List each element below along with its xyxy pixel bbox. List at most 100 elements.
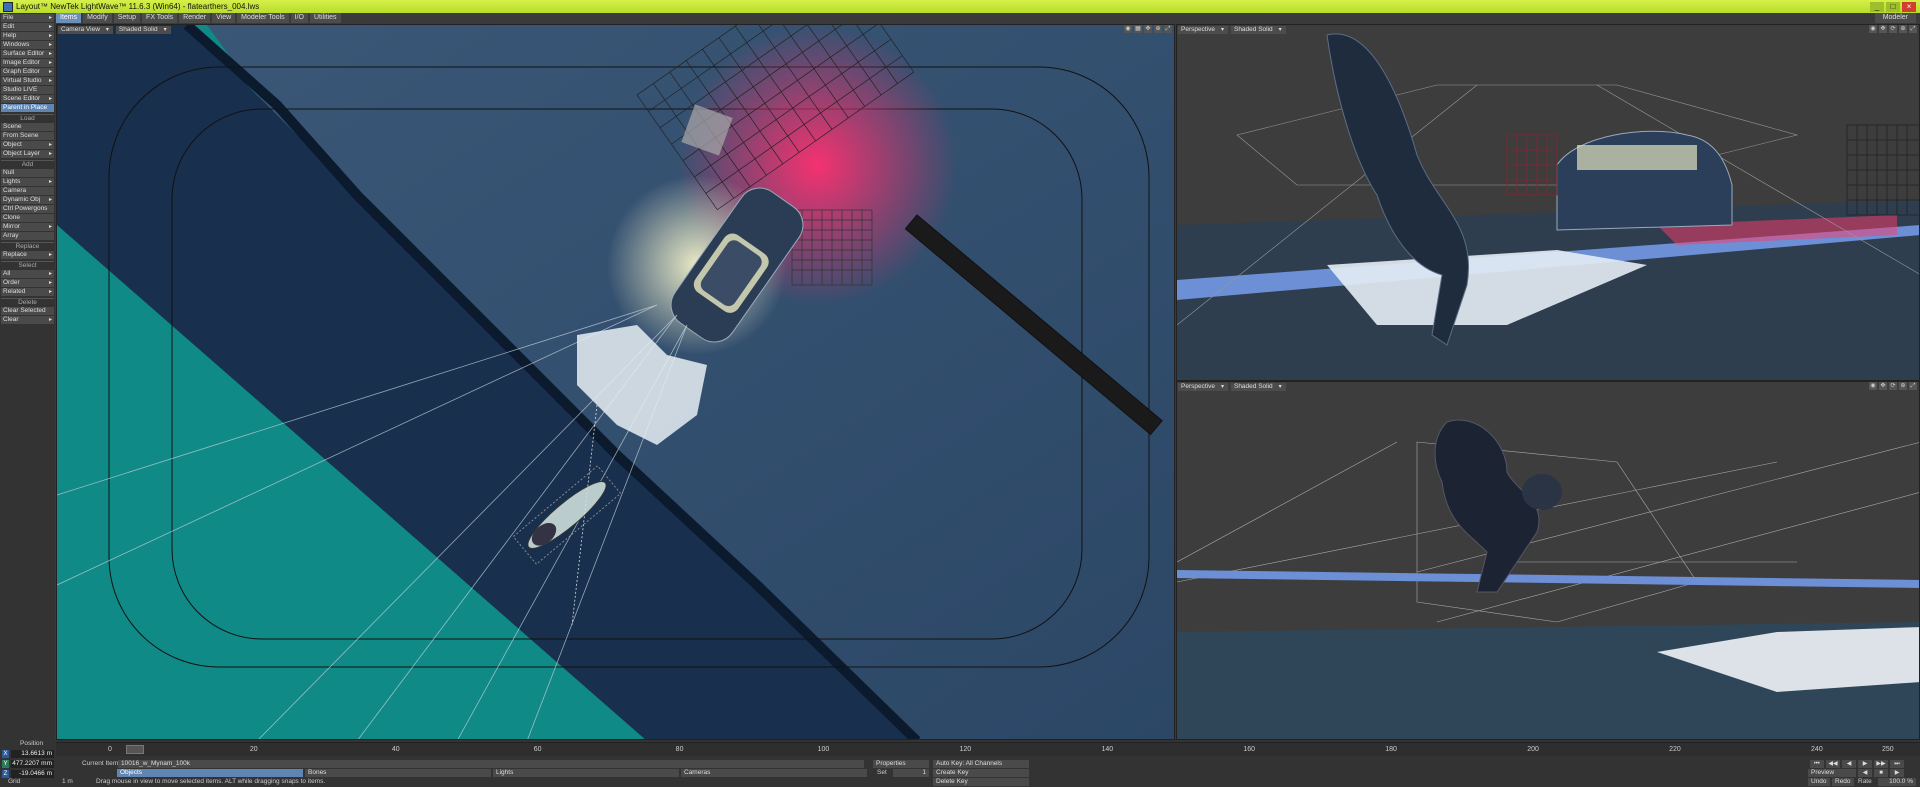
menu-tab-utilities[interactable]: Utilities [309, 13, 341, 23]
menu-tab-view[interactable]: View [212, 13, 236, 23]
objects-tab[interactable]: Objects [117, 769, 303, 777]
prev-frame-icon[interactable]: ◀ [1842, 760, 1856, 768]
timeline-playhead[interactable] [125, 745, 144, 754]
sidebar-array-button[interactable]: Array [1, 232, 54, 240]
sidebar-replace-button[interactable]: Replace ▸ [1, 251, 54, 259]
move-view-icon[interactable]: ✥ [1144, 25, 1152, 33]
sidebar-help-button[interactable]: Help ▸ [1, 32, 54, 40]
zoom-icon-top[interactable]: ⊕ [1899, 25, 1907, 33]
next-frame-icon[interactable]: ▶ [1858, 760, 1872, 768]
sidebar-section-replace: Replace [1, 242, 54, 250]
current-item-dropdown[interactable]: 10016_w_Mynam_100k [118, 760, 864, 768]
camera-icon-top[interactable]: ◉ [1869, 25, 1877, 33]
perspective-viewport-top[interactable]: Perspective ▾ Shaded Solid ▾ ◉ ✥ ⟳ ⊕ ⤢ [1176, 24, 1920, 381]
sidebar-item-label: Camera [3, 187, 27, 194]
first-frame-icon[interactable]: ⏮ [1810, 760, 1824, 768]
minimize-icon[interactable]: _ [1870, 1, 1884, 12]
maximize-view-icon-top[interactable]: ⤢ [1909, 25, 1917, 33]
preview-dropdown[interactable]: Preview [1808, 769, 1856, 777]
undo-button[interactable]: Undo [1808, 778, 1830, 786]
create-key-button[interactable]: Create Key [933, 769, 1029, 777]
next-key-icon[interactable]: ▶▶ [1874, 760, 1888, 768]
sidebar-from-scene-button[interactable]: From Scene [1, 132, 54, 140]
maximize-view-icon[interactable]: ⤢ [1164, 25, 1172, 33]
layout-icon[interactable]: ▦ [1134, 25, 1142, 33]
sidebar-scene-button[interactable]: Scene [1, 123, 54, 131]
bones-tab[interactable]: Bones [305, 769, 491, 777]
camera-viewport[interactable]: Camera View ▾ Shaded Solid ▾ ◉ ▦ ✥ ⊕ ⤢ [56, 24, 1175, 740]
play-reverse-icon[interactable]: ◀ [1858, 769, 1872, 777]
y-position-field[interactable]: 477.2207 mm [11, 759, 54, 768]
zoom-icon[interactable]: ⊕ [1154, 25, 1162, 33]
set-field[interactable]: 1 [893, 769, 929, 777]
maximize-icon[interactable]: □ [1886, 1, 1900, 12]
sidebar-edit-button[interactable]: Edit ▸ [1, 23, 54, 31]
sidebar-null-button[interactable]: Null [1, 169, 54, 177]
view-type-dropdown-bottom[interactable]: Perspective ▾ [1178, 382, 1228, 391]
blue-strip-bottom [1177, 570, 1919, 588]
sidebar-clear-button[interactable]: Clear ▸ [1, 316, 54, 324]
delete-key-button[interactable]: Delete Key [933, 778, 1029, 786]
sidebar-graph-editor-button[interactable]: Graph Editor ▸ [1, 68, 54, 76]
shading-dropdown-bottom[interactable]: Shaded Solid ▾ [1230, 382, 1286, 391]
sidebar-image-editor-button[interactable]: Image Editor ▸ [1, 59, 54, 67]
shading-dropdown-top[interactable]: Shaded Solid ▾ [1230, 25, 1286, 34]
sidebar-dynamic-obj-button[interactable]: Dynamic Obj ▸ [1, 196, 54, 204]
properties-button[interactable]: Properties [873, 760, 929, 768]
sidebar-order-button[interactable]: Order ▸ [1, 279, 54, 287]
auto-key-dropdown[interactable]: Auto Key: All Channels [933, 760, 1029, 768]
shading-dropdown[interactable]: Shaded Solid ▾ [115, 25, 171, 34]
stop-icon[interactable]: ■ [1874, 769, 1888, 777]
timeline-slider[interactable]: 0 20 40 60 80 100 120 140 160 180 200 220 240 250 [56, 742, 1920, 756]
zoom-icon-bottom[interactable]: ⊕ [1899, 382, 1907, 390]
modeler-button[interactable]: Modeler [1874, 13, 1916, 23]
sidebar-file-button[interactable]: File ▸ [1, 14, 54, 22]
sidebar-object-layer-button[interactable]: Object Layer ▸ [1, 150, 54, 158]
sidebar-clear-selected-button[interactable]: Clear Selected [1, 307, 54, 315]
view-type-dropdown-top[interactable]: Perspective ▾ [1178, 25, 1228, 34]
menu-tab-fx-tools[interactable]: FX Tools [142, 13, 178, 23]
sidebar-mirror-button[interactable]: Mirror ▸ [1, 223, 54, 231]
camera-icon[interactable]: ◉ [1124, 25, 1132, 33]
z-position-field[interactable]: -19.0466 m [11, 769, 54, 778]
sidebar-surface-editor-button[interactable]: Surface Editor ▸ [1, 50, 54, 58]
rate-field[interactable]: 100.0 % [1878, 778, 1916, 786]
rotate-view-icon-top[interactable]: ⟳ [1889, 25, 1897, 33]
move-view-icon-top[interactable]: ✥ [1879, 25, 1887, 33]
move-view-icon-bottom[interactable]: ✥ [1879, 382, 1887, 390]
sidebar-ctrl-powergons-button[interactable]: Ctrl Powergons [1, 205, 54, 213]
sidebar-clone-button[interactable]: Clone [1, 214, 54, 222]
sidebar-windows-button[interactable]: Windows ▸ [1, 41, 54, 49]
last-frame-icon[interactable]: ⏭ [1890, 760, 1904, 768]
sidebar-parent-in-place-button[interactable]: Parent in Place [1, 104, 54, 112]
perspective-viewport-bottom[interactable]: Perspective ▾ Shaded Solid ▾ ◉ ✥ ⟳ ⊕ ⤢ [1176, 381, 1920, 740]
sidebar-object-button[interactable]: Object ▸ [1, 141, 54, 149]
rotate-view-icon-bottom[interactable]: ⟳ [1889, 382, 1897, 390]
menu-tab-modeler-tools[interactable]: Modeler Tools [237, 13, 289, 23]
position-label: Position [20, 740, 44, 747]
sidebar-virtual-studio-button[interactable]: Virtual Studio ▸ [1, 77, 54, 85]
perspective-wireframe-bottom [1177, 441, 1919, 623]
view-type-dropdown[interactable]: Camera View ▾ [58, 25, 113, 34]
sidebar-camera-button[interactable]: Camera [1, 187, 54, 195]
prev-key-icon[interactable]: ◀◀ [1826, 760, 1840, 768]
lights-tab[interactable]: Lights [493, 769, 679, 777]
redo-button[interactable]: Redo [1832, 778, 1854, 786]
sidebar-all-button[interactable]: All ▸ [1, 270, 54, 278]
sidebar-scene-editor-button[interactable]: Scene Editor ▸ [1, 95, 54, 103]
x-position-field[interactable]: 13.6613 m [11, 749, 54, 758]
cameras-tab[interactable]: Cameras [681, 769, 867, 777]
menu-tab-setup[interactable]: Setup [113, 13, 141, 23]
menu-tab-i-o[interactable]: I/O [290, 13, 308, 23]
close-icon[interactable]: × [1902, 1, 1916, 12]
menu-tab-render[interactable]: Render [179, 13, 211, 23]
timeline-tick: 140 [1101, 746, 1114, 753]
maximize-view-icon-bottom[interactable]: ⤢ [1909, 382, 1917, 390]
play-icon[interactable]: ▶ [1890, 769, 1904, 777]
menu-tab-modify[interactable]: Modify [83, 13, 112, 23]
sidebar-lights-button[interactable]: Lights ▸ [1, 178, 54, 186]
camera-icon-bottom[interactable]: ◉ [1869, 382, 1877, 390]
sidebar-studio-live-button[interactable]: Studio LIVE [1, 86, 54, 94]
menu-tab-items[interactable]: Items [56, 13, 82, 23]
sidebar-related-button[interactable]: Related ▸ [1, 288, 54, 296]
